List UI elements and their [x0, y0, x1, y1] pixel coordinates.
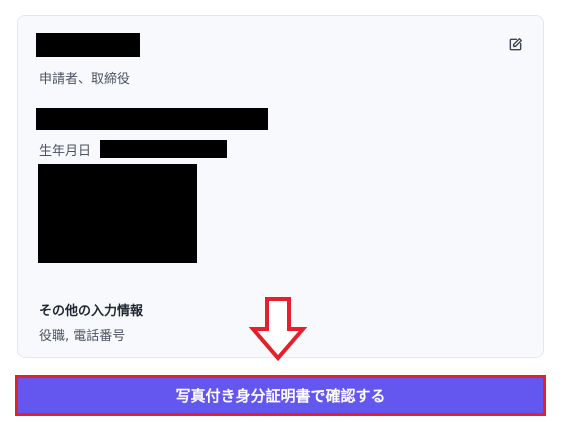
redacted-dob: [100, 140, 227, 158]
redacted-field: [36, 108, 268, 130]
down-arrow-icon: [249, 297, 307, 362]
other-info-title: その他の入力情報: [39, 304, 144, 319]
redacted-name: [36, 33, 140, 57]
applicant-role: 申請者、取締役: [39, 72, 131, 87]
edit-button[interactable]: [506, 35, 524, 53]
cta-highlight: 写真付き身分証明書で確認する: [15, 375, 546, 416]
other-info-value: 役職, 電話番号: [39, 329, 126, 344]
edit-icon: [509, 37, 522, 50]
dob-label: 生年月日: [39, 144, 92, 159]
redacted-image: [38, 164, 197, 263]
verify-with-photo-id-button[interactable]: 写真付き身分証明書で確認する: [18, 378, 543, 413]
